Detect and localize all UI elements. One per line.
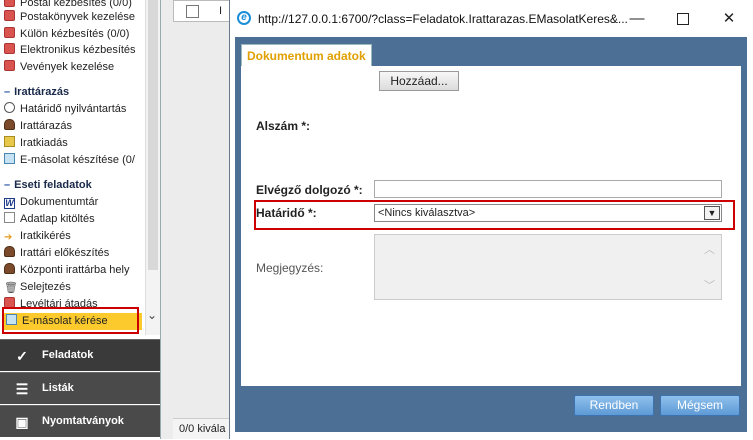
sidebar-scrollbar[interactable]: ⌄ (145, 0, 160, 335)
red-envelope-icon (4, 27, 15, 38)
elvegzo-dolgozo-input[interactable] (374, 180, 722, 198)
section-header-eseti-feladatok[interactable]: – Eseti feladatok (4, 177, 92, 194)
bottom-nav-nyomtatvanyok[interactable]: ▣ Nyomtatványok (0, 405, 160, 437)
trash-icon: 🗑 (4, 282, 18, 294)
maximize-button[interactable] (663, 6, 703, 32)
sidebar-item-irattari-elokeszites[interactable]: Irattári előkészítés (4, 245, 109, 262)
checkmark-icon: ✓ (16, 348, 28, 364)
collapse-icon: – (4, 86, 11, 98)
chevron-down-icon[interactable]: ﹀ (704, 277, 715, 293)
red-envelope-icon (4, 0, 15, 7)
red-envelope-icon (4, 43, 15, 54)
red-book-icon (4, 10, 15, 21)
internet-explorer-icon: e (237, 11, 251, 25)
add-button[interactable]: Hozzáad... (379, 71, 459, 91)
form-panel: Hozzáad... Alszám *: Elvégző dolgozó *: … (241, 66, 741, 386)
sidebar-item-kulon-kezbesites[interactable]: Külön kézbesítés (0/0) (4, 26, 129, 43)
close-button[interactable]: ✕ (709, 6, 749, 32)
select-all-checkbox[interactable] (186, 5, 199, 18)
archive-icon (4, 246, 15, 257)
sidebar-item-adatlap-kitoltes[interactable]: Adatlap kitöltés (4, 211, 95, 228)
popup-window: e http://127.0.0.1:6700/?class=Feladatok… (229, 0, 753, 439)
scrollbar-thumb[interactable] (148, 0, 158, 270)
yellow-folder-icon (4, 136, 15, 147)
copy-icon (4, 153, 15, 164)
window-titlebar[interactable]: e http://127.0.0.1:6700/?class=Feladatok… (230, 0, 753, 37)
archive-icon (4, 263, 15, 274)
bottom-nav-listak[interactable]: ☰ Listák (0, 372, 160, 404)
alszam-label: Alszám *: (256, 119, 311, 133)
tab-dokumentum-adatok[interactable]: Dokumentum adatok (241, 44, 372, 67)
sidebar-item-hatarido-nyilvantartas[interactable]: Határidő nyilvántartás (4, 101, 126, 118)
chevron-down-icon[interactable]: ⌄ (147, 308, 157, 322)
word-icon: W (4, 198, 15, 209)
chevron-up-icon[interactable]: ︿ (704, 241, 715, 257)
ok-button[interactable]: Rendben (574, 395, 654, 416)
table-header: I (173, 0, 233, 22)
sidebar-item-selejtezes[interactable]: 🗑 Selejtezés (4, 279, 71, 296)
elvegzo-label: Elvégző dolgozó *: (256, 183, 363, 197)
sidebar-item-vevenyek[interactable]: Vevények kezelése (4, 59, 114, 76)
maximize-icon (677, 13, 689, 26)
sidebar-item-e-masolat-keszitese[interactable]: E-másolat készítése (0/ (4, 152, 135, 169)
column-header: I (219, 5, 223, 17)
archive-icon (4, 119, 15, 130)
sidebar-item-dokumentumtar[interactable]: W Dokumentumtár (4, 194, 98, 211)
sidebar-item-iratkiadas[interactable]: Iratkiadás (4, 135, 68, 152)
clock-icon (4, 102, 15, 113)
cancel-button[interactable]: Mégsem (660, 395, 740, 416)
bottom-nav-feladatok[interactable]: ✓ Feladatok (0, 339, 160, 371)
sidebar: Postai kézbesítés (0/0) Postakönyvek kez… (0, 0, 161, 439)
megjegyzes-label: Megjegyzés: (256, 261, 324, 275)
minimize-button[interactable]: — (617, 6, 657, 32)
highlight-annotation (254, 200, 735, 230)
form-icon (4, 212, 15, 223)
nav-list: Postai kézbesítés (0/0) Postakönyvek kez… (0, 0, 145, 335)
arrow-in-icon: ➔ (4, 232, 13, 243)
section-header-irattarazas[interactable]: – Irattárazás (4, 84, 69, 101)
table-footer: 0/0 kivála (173, 418, 233, 439)
highlight-annotation (2, 307, 139, 334)
red-receipt-icon (4, 60, 15, 71)
sidebar-item-elektronikus-kezbesites[interactable]: Elektronikus kézbesítés (4, 42, 136, 59)
print-icon: ▣ (15, 414, 29, 430)
list-icon: ☰ (15, 381, 29, 397)
sidebar-item-irattarazas[interactable]: Irattárazás (4, 118, 72, 135)
sidebar-item-iratkikeres[interactable]: ➔ Iratkikérés (4, 228, 71, 245)
window-title: http://127.0.0.1:6700/?class=Feladatok.I… (258, 12, 628, 26)
dialog-client-area: Dokumentum adatok Hozzáad... Alszám *: E… (235, 37, 747, 432)
megjegyzes-textarea[interactable]: ︿ ﹀ (374, 234, 722, 300)
collapse-icon: – (4, 179, 11, 191)
sidebar-item-kozponti-irattar[interactable]: Központi irattárba hely (4, 262, 129, 279)
sidebar-item-postakonyvek[interactable]: Postakönyvek kezelése (4, 9, 135, 26)
